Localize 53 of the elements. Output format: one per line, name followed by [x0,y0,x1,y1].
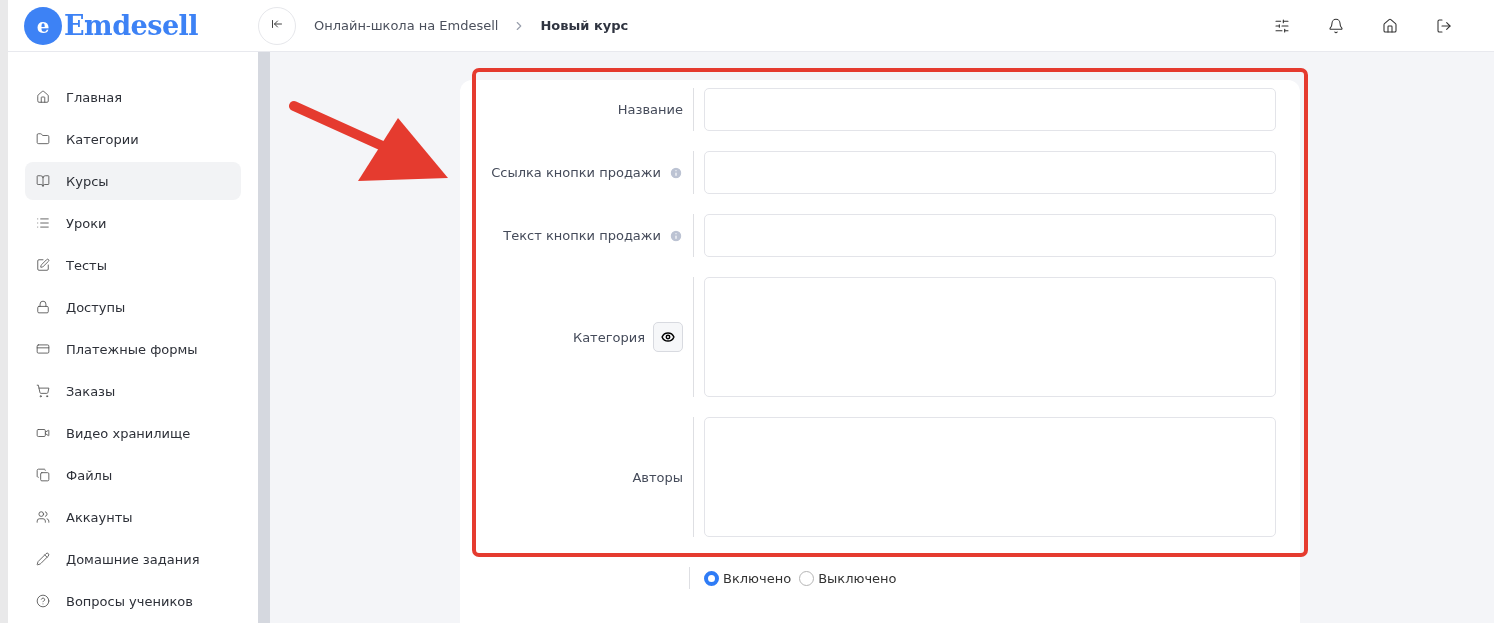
logo-icon: e [24,6,62,45]
field-label: Текст кнопки продажи [503,228,661,243]
files-icon [36,468,50,482]
radio-option[interactable]: Выключено [799,570,897,586]
eye-button[interactable] [653,322,683,352]
sidebar-item[interactable]: Тесты [25,246,241,284]
folder-icon [36,132,50,146]
sidebar-item[interactable]: Аккаунты [25,498,241,536]
notifications-icon[interactable] [1328,17,1344,34]
input-field[interactable] [704,214,1276,257]
sidebar-item[interactable]: Видео хранилище [25,414,241,452]
pencil-icon [36,552,50,566]
sidebar-item[interactable]: Домашние задания [25,540,241,578]
input-field[interactable] [704,151,1276,194]
input-field[interactable] [704,88,1276,131]
users-icon [36,510,50,524]
field-label: Категория [572,329,645,345]
sidebar-item[interactable]: Платежные формы [25,330,241,368]
arrow-to-line-icon [271,18,283,30]
eye-icon [661,330,675,344]
breadcrumb-current[interactable]: Новый курс [540,18,629,33]
field-label: Авторы [632,469,683,485]
radio-button[interactable] [704,570,719,586]
sidebar-item[interactable]: Уроки [25,204,241,242]
lock-icon [36,300,50,314]
list-icon [36,216,50,230]
field-label: Ссылка кнопки продажи [491,165,661,180]
info-icon [669,228,683,243]
field-label: Название [617,102,683,117]
scrollbar[interactable] [258,52,270,623]
sliders-icon[interactable] [1274,17,1290,34]
card-icon [36,342,50,356]
edit-icon [36,258,50,272]
home-icon[interactable] [1382,17,1398,34]
logo-text: Emdesell [64,10,199,41]
sidebar-item[interactable]: Заказы [25,372,241,410]
sidebar-item[interactable]: Файлы [25,456,241,494]
home-icon [36,90,50,104]
radio-option[interactable]: Включено [704,570,792,586]
video-icon [36,426,50,440]
sidebar-item[interactable]: Доступы [25,288,241,326]
sidebar-item[interactable]: Вопросы учеников [25,582,241,620]
help-icon [36,594,50,608]
cart-icon [36,384,50,398]
logout-icon[interactable] [1436,17,1452,34]
breadcrumb-link[interactable]: Онлайн-школа на Emdesell [314,18,499,33]
info-icon [669,165,683,180]
sidebar-item[interactable]: Главная [25,78,241,116]
book-icon [36,174,50,188]
sidebar-item[interactable]: Курсы [25,162,241,200]
sidebar-item[interactable]: Категории [25,120,241,158]
collapse-sidebar-button[interactable] [258,6,296,45]
radio-button[interactable] [799,570,815,586]
